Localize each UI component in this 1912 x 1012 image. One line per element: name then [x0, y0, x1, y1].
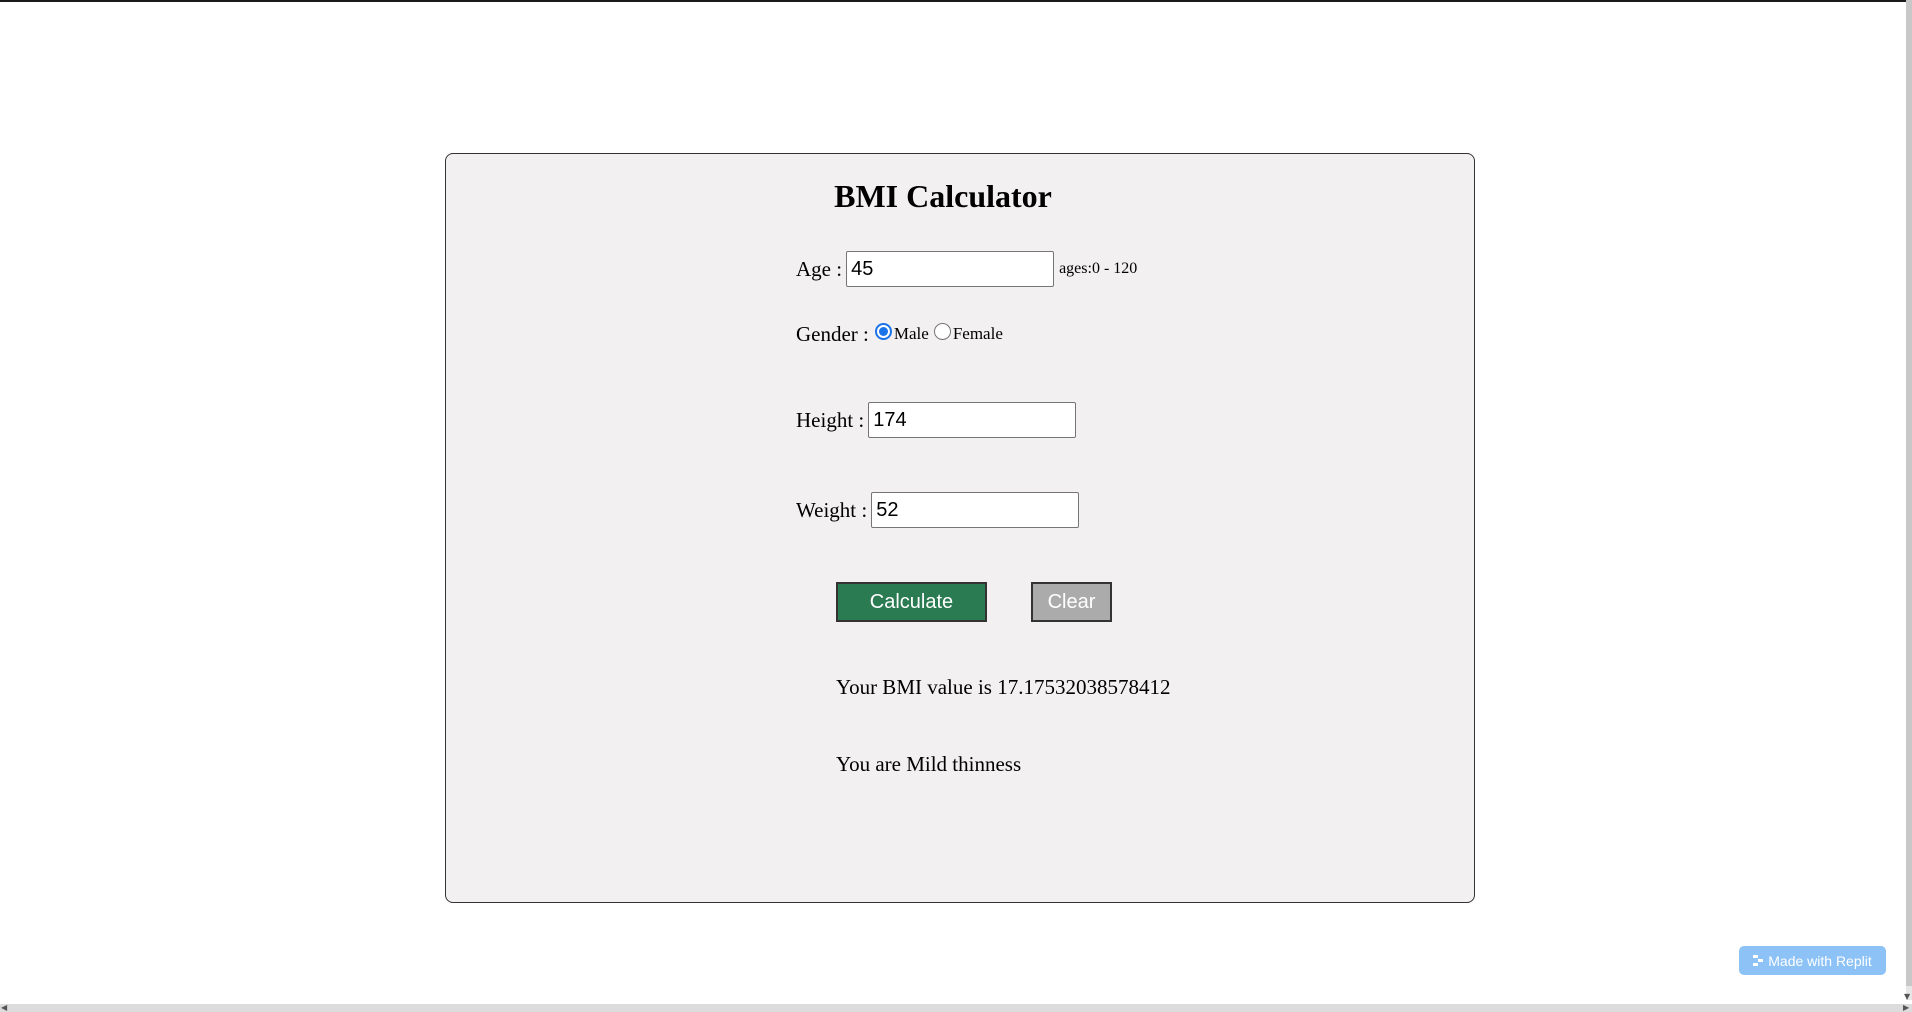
calculate-button[interactable]: Calculate: [836, 582, 987, 622]
horizontal-scrollbar[interactable]: [0, 1004, 1912, 1012]
height-label: Height :: [796, 407, 865, 432]
age-hint: ages:0 - 120: [1059, 260, 1138, 277]
gender-female-label: Female: [952, 324, 1003, 343]
gender-male-label: Male: [893, 324, 929, 343]
gender-row: Gender : Male Female: [796, 314, 1006, 354]
badge-label: Made with Replit: [1768, 952, 1872, 969]
scroll-right-arrow-icon[interactable]: ▶: [1903, 1003, 1909, 1012]
gender-label: Gender :: [796, 321, 869, 346]
weight-label: Weight :: [796, 497, 868, 522]
age-input[interactable]: [846, 251, 1055, 287]
height-input[interactable]: [868, 402, 1077, 438]
page-title: BMI Calculator: [834, 178, 1052, 214]
gender-female-radio[interactable]: [933, 322, 951, 340]
weight-row: Weight :: [796, 492, 1080, 528]
top-border: [0, 0, 1912, 2]
replit-logo-icon: [1753, 955, 1764, 966]
gender-male-radio[interactable]: [874, 322, 892, 340]
bmi-category-text: You are Mild thinness: [836, 752, 1022, 776]
scroll-left-arrow-icon[interactable]: ◀: [1, 1003, 7, 1012]
vertical-scrollbar[interactable]: [1906, 0, 1912, 1000]
bmi-calculator-panel: BMI Calculator Age : ages:0 - 120 Gender…: [445, 153, 1475, 903]
age-label: Age :: [796, 256, 843, 281]
bmi-result-text: Your BMI value is 17.17532038578412: [836, 675, 1171, 699]
clear-button[interactable]: Clear: [1031, 582, 1112, 622]
made-with-replit-badge[interactable]: Made with Replit: [1739, 946, 1886, 975]
scroll-down-arrow-icon[interactable]: ▼: [1904, 992, 1910, 1001]
weight-input[interactable]: [871, 492, 1080, 528]
height-row: Height :: [796, 402, 1077, 438]
vertical-scrollbar-thumb[interactable]: [1906, 0, 1912, 986]
age-row: Age : ages:0 - 120: [796, 251, 1137, 287]
